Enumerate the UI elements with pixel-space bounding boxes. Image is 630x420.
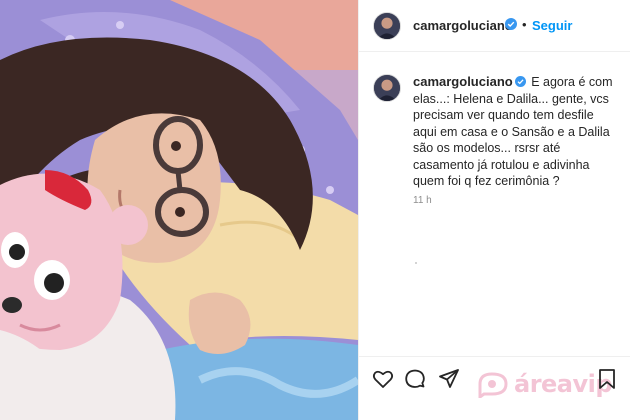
comment-bubble-icon xyxy=(405,369,425,388)
comment-button[interactable] xyxy=(403,367,427,391)
bookmark-icon xyxy=(599,369,615,389)
divider-dot xyxy=(415,262,417,264)
watermark-logo-icon xyxy=(478,372,508,398)
action-bar: áreavip xyxy=(359,356,630,420)
avatar[interactable] xyxy=(373,12,401,40)
separator-dot: • xyxy=(522,17,527,32)
paper-plane-icon xyxy=(439,369,459,388)
post-side-panel: camargoluciano • Seguir camargoluciano E… xyxy=(358,0,630,420)
post-header: camargoluciano • Seguir xyxy=(359,0,630,52)
watermark: áreavip xyxy=(476,370,613,398)
post-image xyxy=(0,0,358,420)
caption-username[interactable]: camargoluciano xyxy=(413,74,513,89)
post-photo[interactable] xyxy=(0,0,358,420)
save-button[interactable] xyxy=(595,367,619,391)
verified-badge-icon xyxy=(514,76,526,87)
heart-icon xyxy=(372,370,394,388)
caption-text: E agora é com elas...: Helena e Dalila..… xyxy=(413,75,613,188)
like-button[interactable] xyxy=(371,367,395,391)
avatar[interactable] xyxy=(373,74,401,102)
post-caption: camargoluciano E agora é com elas...: He… xyxy=(413,74,619,190)
share-button[interactable] xyxy=(437,367,461,391)
post-author-username[interactable]: camargoluciano xyxy=(413,18,513,33)
post-timestamp[interactable]: 11 h xyxy=(413,195,432,206)
follow-button[interactable]: Seguir xyxy=(532,18,572,33)
verified-badge-icon xyxy=(505,18,517,30)
